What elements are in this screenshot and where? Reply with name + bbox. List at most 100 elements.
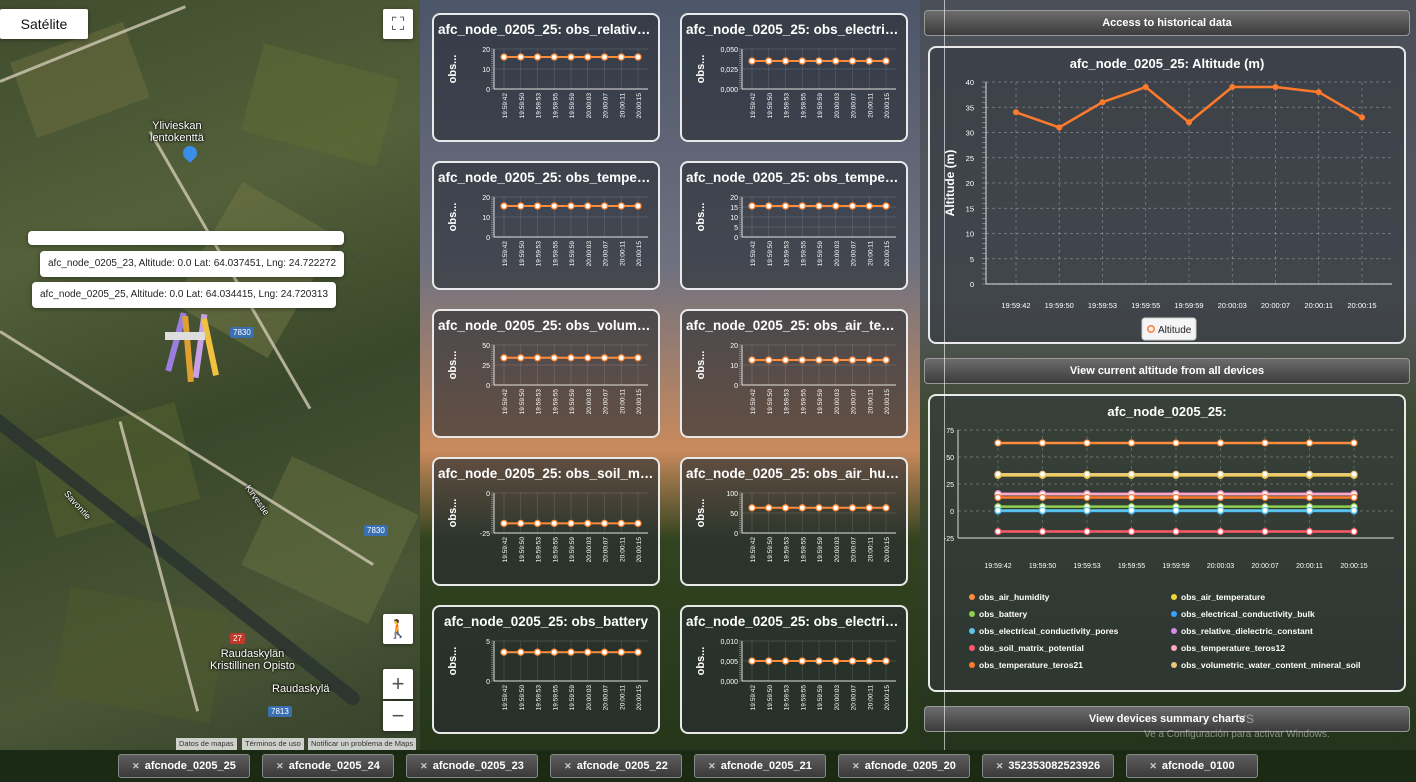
summary-point[interactable] xyxy=(1261,470,1269,478)
summary-point[interactable] xyxy=(1038,470,1047,478)
altitude-point[interactable] xyxy=(1272,84,1279,91)
card-data-point[interactable] xyxy=(832,57,840,65)
device-tab[interactable]: ✕ afcnode_0205_20 xyxy=(838,754,970,778)
card-data-point[interactable] xyxy=(550,202,558,210)
summary-point[interactable] xyxy=(1350,493,1358,502)
summary-point[interactable] xyxy=(1038,506,1047,515)
card-data-point[interactable] xyxy=(617,354,625,362)
card-data-point[interactable] xyxy=(634,519,642,528)
card-data-point[interactable] xyxy=(617,648,625,656)
card-data-point[interactable] xyxy=(815,657,823,665)
card-data-point[interactable] xyxy=(550,354,558,362)
card-data-point[interactable] xyxy=(500,648,508,656)
legend-item[interactable]: obs_relative_dielectric_constant xyxy=(1171,626,1313,636)
card-data-point[interactable] xyxy=(865,57,873,65)
card-data-point[interactable] xyxy=(584,202,592,210)
card-data-point[interactable] xyxy=(517,202,525,210)
altitude-point[interactable] xyxy=(1013,109,1019,116)
summary-point[interactable] xyxy=(1038,527,1047,536)
summary-point[interactable] xyxy=(1127,527,1136,536)
summary-point[interactable] xyxy=(1216,506,1225,515)
card-data-point[interactable] xyxy=(748,57,756,65)
legend-altitude[interactable]: Altitude xyxy=(1141,317,1197,341)
card-data-point[interactable] xyxy=(781,202,790,210)
card-data-point[interactable] xyxy=(567,53,575,61)
card-data-point[interactable] xyxy=(517,53,525,61)
altitude-point[interactable] xyxy=(1229,84,1236,91)
current-altitude-button[interactable]: View current altitude from all devices xyxy=(924,358,1410,384)
summary-point[interactable] xyxy=(1216,439,1225,447)
card-data-point[interactable] xyxy=(882,657,890,665)
sensor-card[interactable]: afc_node_0205_25: obs_battery obs... 5 0 19:… xyxy=(432,605,660,734)
airport-marker-icon[interactable] xyxy=(180,143,200,163)
historical-data-button[interactable]: Access to historical data xyxy=(924,10,1410,36)
legend-item[interactable]: obs_air_temperature xyxy=(1171,592,1265,602)
altitude-point[interactable] xyxy=(1186,119,1192,126)
card-data-point[interactable] xyxy=(584,648,592,656)
card-data-point[interactable] xyxy=(600,648,609,656)
card-data-point[interactable] xyxy=(815,202,823,210)
device-tab[interactable]: ✕ afcnode_0205_25 xyxy=(118,754,250,778)
card-data-point[interactable] xyxy=(798,57,806,65)
card-data-point[interactable] xyxy=(865,504,873,512)
card-data-point[interactable] xyxy=(634,354,642,362)
close-icon[interactable]: ✕ xyxy=(996,761,1004,772)
summary-point[interactable] xyxy=(1216,493,1225,502)
map-attribution-report[interactable]: Notificar un problema de Maps xyxy=(308,738,417,750)
summary-point[interactable] xyxy=(1350,470,1358,478)
card-data-point[interactable] xyxy=(815,57,823,65)
summary-point[interactable] xyxy=(1261,527,1269,536)
summary-point[interactable] xyxy=(1083,470,1091,478)
card-data-point[interactable] xyxy=(600,519,609,528)
card-data-point[interactable] xyxy=(765,657,773,665)
summary-point[interactable] xyxy=(1038,439,1047,447)
card-data-point[interactable] xyxy=(815,504,823,512)
card-data-point[interactable] xyxy=(832,356,840,364)
card-data-point[interactable] xyxy=(882,57,890,65)
card-data-point[interactable] xyxy=(798,202,806,210)
close-icon[interactable]: ✕ xyxy=(132,761,140,772)
card-data-point[interactable] xyxy=(634,648,642,656)
card-data-point[interactable] xyxy=(748,657,756,665)
device-tab[interactable]: ✕ 352353082523926 xyxy=(982,754,1114,778)
card-data-point[interactable] xyxy=(600,53,609,61)
legend-item[interactable]: obs_temperature_teros21 xyxy=(969,660,1083,670)
summary-point[interactable] xyxy=(1216,527,1225,536)
card-data-point[interactable] xyxy=(617,202,625,210)
summary-point[interactable] xyxy=(1172,527,1180,536)
card-data-point[interactable] xyxy=(584,354,592,362)
legend-item[interactable]: obs_electrical_conductivity_pores xyxy=(969,626,1119,636)
card-data-point[interactable] xyxy=(500,354,508,362)
close-icon[interactable]: ✕ xyxy=(420,761,428,772)
close-icon[interactable]: × xyxy=(342,276,348,302)
summary-point[interactable] xyxy=(994,527,1002,536)
card-data-point[interactable] xyxy=(865,356,873,364)
zoom-out-button[interactable]: − xyxy=(383,701,413,731)
device-tab[interactable]: ✕ afcnode_0205_24 xyxy=(262,754,394,778)
summary-point[interactable] xyxy=(1083,506,1091,515)
card-data-point[interactable] xyxy=(832,504,840,512)
card-data-point[interactable] xyxy=(617,53,625,61)
summary-point[interactable] xyxy=(994,493,1002,502)
altitude-point[interactable] xyxy=(1315,89,1322,96)
card-data-point[interactable] xyxy=(848,657,857,665)
summary-point[interactable] xyxy=(994,439,1002,447)
altitude-point[interactable] xyxy=(1056,124,1063,131)
card-data-point[interactable] xyxy=(517,354,525,362)
legend-item[interactable]: obs_air_humidity xyxy=(969,592,1050,602)
summary-point[interactable] xyxy=(1127,506,1136,515)
summary-point[interactable] xyxy=(1038,493,1047,502)
card-data-point[interactable] xyxy=(634,202,642,210)
map-attribution-data[interactable]: Datos de mapas xyxy=(176,738,237,750)
summary-point[interactable] xyxy=(1083,493,1091,502)
card-data-point[interactable] xyxy=(848,202,857,210)
summary-point[interactable] xyxy=(994,470,1002,478)
close-icon[interactable]: ✕ xyxy=(276,761,284,772)
satellite-map[interactable]: Satélite ⛶ 🚶 + − Ylivieskan lentokenttä … xyxy=(0,0,420,750)
summary-point[interactable] xyxy=(1127,439,1136,447)
card-data-point[interactable] xyxy=(533,354,542,362)
card-data-point[interactable] xyxy=(781,57,790,65)
card-data-point[interactable] xyxy=(882,202,890,210)
device-tab[interactable]: ✕ afcnode_0100 xyxy=(1126,754,1258,778)
summary-point[interactable] xyxy=(1172,439,1180,447)
